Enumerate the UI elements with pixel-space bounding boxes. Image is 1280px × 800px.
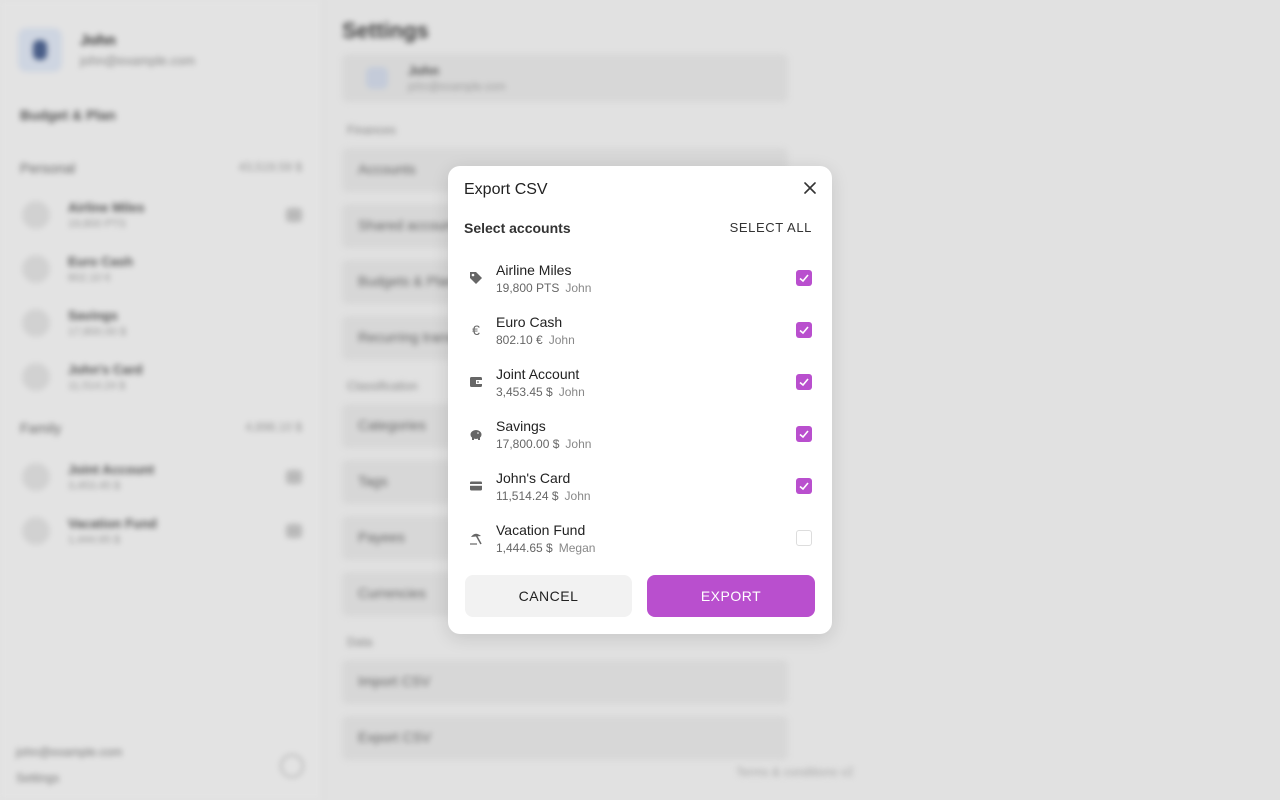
dialog-title: Export CSV (464, 181, 548, 198)
account-name: John's Card (496, 469, 571, 486)
account-name: Euro Cash (496, 313, 563, 330)
account-row-joint-account[interactable]: Joint Account 3,453.45 $ John (448, 356, 832, 408)
account-owner: John (565, 280, 592, 295)
account-amount: 3,453.45 $ (496, 384, 553, 399)
account-owner: John (565, 436, 592, 451)
account-amount: 19,800 PTS (496, 280, 560, 295)
account-checkbox[interactable] (796, 270, 812, 286)
wallet-icon (468, 374, 484, 390)
export-csv-dialog: Export CSV Select accounts Select all Ai… (448, 166, 832, 634)
export-button[interactable]: Export (647, 575, 815, 617)
account-name: Airline Miles (496, 261, 572, 278)
account-checkbox[interactable] (796, 374, 812, 390)
piggy-bank-icon (468, 426, 484, 442)
account-owner: John (558, 384, 585, 399)
account-row-johns-card[interactable]: John's Card 11,514.24 $ John (448, 460, 832, 512)
euro-icon: € (472, 322, 480, 338)
account-checkbox[interactable] (796, 530, 812, 546)
account-row-euro-cash[interactable]: € Euro Cash 802.10 € John (448, 304, 832, 356)
tag-icon (468, 270, 484, 286)
account-checkbox[interactable] (796, 426, 812, 442)
credit-card-icon (468, 478, 484, 494)
account-owner: Megan (558, 540, 596, 555)
select-all-button[interactable]: Select all (730, 220, 812, 235)
account-name: Vacation Fund (496, 521, 586, 538)
account-row-vacation-fund[interactable]: Vacation Fund 1,444.65 $ Megan (448, 512, 832, 564)
account-name: Joint Account (496, 365, 580, 382)
account-checkbox[interactable] (796, 322, 812, 338)
account-owner: John (564, 488, 591, 503)
account-amount: 17,800.00 $ (496, 436, 560, 451)
account-amount: 11,514.24 $ (496, 488, 559, 503)
account-list: Airline Miles 19,800 PTS John € Euro Cash… (448, 252, 832, 564)
account-name: Savings (496, 417, 546, 434)
select-accounts-heading: Select accounts (464, 220, 571, 236)
account-amount: 802.10 € (496, 332, 543, 347)
account-row-airline-miles[interactable]: Airline Miles 19,800 PTS John (448, 252, 832, 304)
beach-umbrella-icon (468, 530, 484, 546)
account-amount: 1,444.65 $ (496, 540, 553, 555)
account-row-savings[interactable]: Savings 17,800.00 $ John (448, 408, 832, 460)
close-icon[interactable] (800, 178, 820, 198)
account-checkbox[interactable] (796, 478, 812, 494)
account-owner: John (548, 332, 575, 347)
cancel-button[interactable]: Cancel (465, 575, 632, 617)
